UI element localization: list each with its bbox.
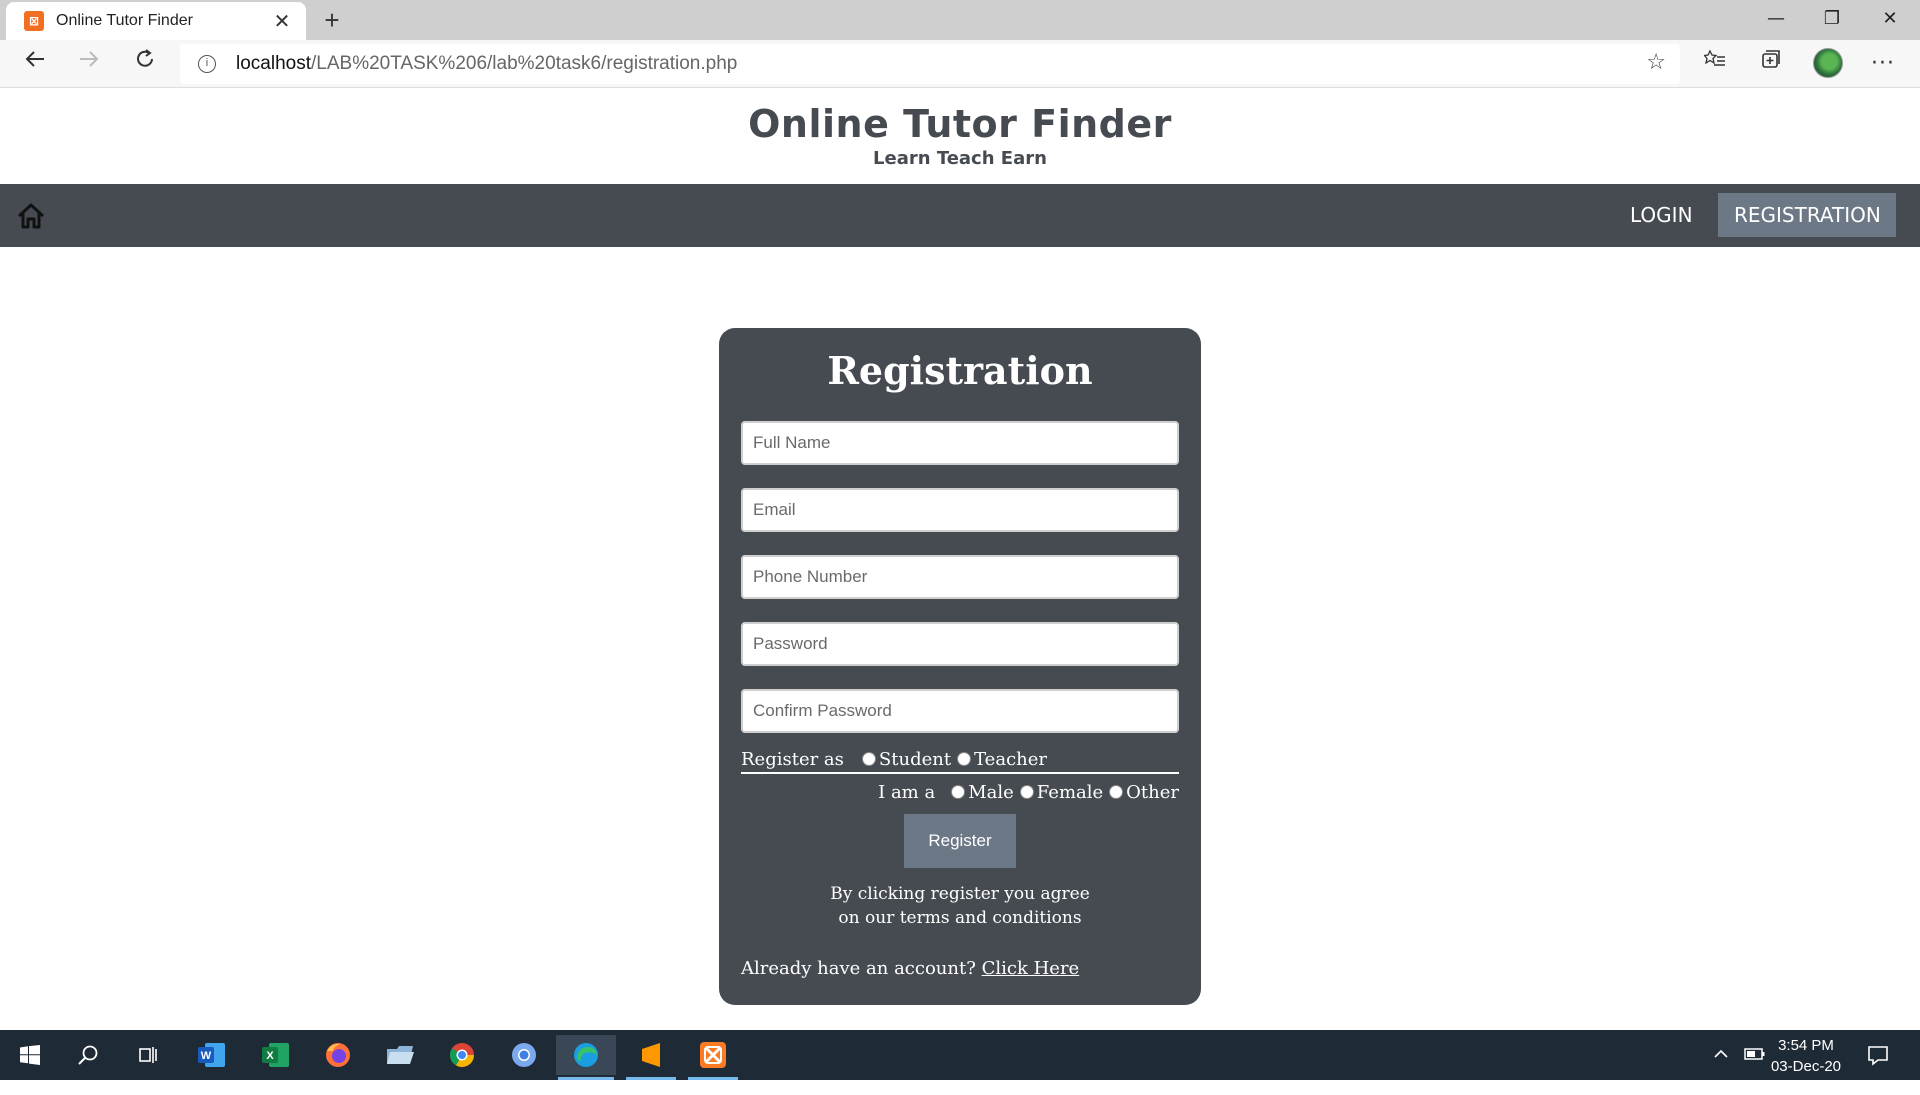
student-label: Student	[878, 748, 952, 770]
chrome-app-icon[interactable]	[438, 1035, 486, 1075]
favorites-list-icon[interactable]	[1698, 48, 1732, 80]
address-bar[interactable]: i localhost/LAB%20TASK%206/lab%20task6/r…	[180, 44, 1680, 84]
login-prompt-text: Already have an account?	[741, 958, 976, 979]
female-radio[interactable]	[1019, 785, 1034, 799]
excel-app-icon[interactable]: X	[252, 1035, 300, 1075]
xampp-app-icon[interactable]	[686, 1035, 740, 1080]
xampp-favicon-icon: ⊠	[24, 11, 44, 31]
register-button[interactable]: Register	[904, 814, 1016, 868]
edge-app-icon[interactable]	[556, 1035, 616, 1080]
svg-text:W: W	[201, 1050, 212, 1062]
female-label: Female	[1036, 781, 1104, 803]
terms-line-2: on our terms and conditions	[838, 908, 1082, 928]
file-explorer-app-icon[interactable]	[376, 1035, 424, 1075]
phone-input[interactable]	[741, 555, 1179, 599]
male-radio[interactable]	[951, 785, 966, 799]
restore-window-icon[interactable]: ❐	[1804, 0, 1860, 38]
site-header: Online Tutor Finder Learn Teach Earn	[0, 88, 1920, 184]
nav-registration-link[interactable]: REGISTRATION	[1718, 193, 1896, 237]
notifications-icon[interactable]	[1866, 1043, 1890, 1093]
gender-row: I am a Male Female Other	[741, 776, 1179, 808]
profile-avatar[interactable]	[1813, 48, 1843, 78]
main-navbar: LOGIN REGISTRATION	[0, 184, 1920, 247]
terms-text: By clicking register you agree on our te…	[719, 882, 1201, 930]
forward-arrow-icon[interactable]	[72, 48, 106, 80]
password-input[interactable]	[741, 622, 1179, 666]
site-tagline: Learn Teach Earn	[873, 148, 1047, 169]
close-tab-icon[interactable]: ✕	[270, 9, 294, 33]
login-prompt: Already have an account? Click Here	[741, 958, 1079, 979]
browser-tabstrip: ⊠ Online Tutor Finder ✕ + — ❐ ✕	[0, 0, 1920, 40]
svg-text:X: X	[266, 1050, 274, 1062]
male-label: Male	[968, 781, 1014, 803]
registration-heading: Registration	[827, 348, 1093, 393]
more-options-icon[interactable]: ···	[1866, 48, 1900, 80]
login-link[interactable]: Click Here	[982, 958, 1080, 979]
collections-icon[interactable]	[1754, 48, 1788, 80]
back-arrow-icon[interactable]	[18, 48, 52, 80]
fullname-input[interactable]	[741, 421, 1179, 465]
clock-date: 03-Dec-20	[1770, 1058, 1842, 1075]
favorite-star-icon[interactable]: ☆	[1646, 50, 1666, 75]
windows-taskbar: W X 3:54 PM 03-Dec-20	[0, 1030, 1920, 1080]
site-info-icon[interactable]: i	[198, 55, 216, 73]
close-window-icon[interactable]: ✕	[1862, 0, 1918, 38]
refresh-icon[interactable]	[128, 48, 162, 80]
clock-time: 3:54 PM	[1778, 1037, 1834, 1054]
nav-login-link[interactable]: LOGIN	[1614, 193, 1709, 237]
system-clock[interactable]: 3:54 PM 03-Dec-20	[1766, 1035, 1846, 1077]
word-app-icon[interactable]: W	[188, 1035, 236, 1075]
gender-label: I am a	[878, 781, 936, 803]
chromium-app-icon[interactable]	[500, 1035, 548, 1075]
confirm-password-input[interactable]	[741, 689, 1179, 733]
tab-title: Online Tutor Finder	[56, 12, 193, 29]
student-radio[interactable]	[861, 752, 876, 766]
new-tab-icon[interactable]: +	[316, 4, 348, 36]
teacher-radio[interactable]	[957, 752, 972, 766]
sublime-text-app-icon[interactable]	[624, 1035, 678, 1080]
email-input[interactable]	[741, 488, 1179, 532]
registration-card: Registration Register as Student Teacher…	[719, 328, 1201, 1005]
other-radio[interactable]	[1109, 785, 1124, 799]
windows-start-icon[interactable]	[6, 1035, 54, 1075]
task-view-icon[interactable]	[124, 1035, 172, 1075]
minimize-window-icon[interactable]: —	[1748, 0, 1804, 38]
register-as-label: Register as	[741, 748, 844, 770]
battery-icon[interactable]	[1744, 1045, 1766, 1095]
browser-tab[interactable]: ⊠ Online Tutor Finder ✕	[6, 2, 306, 40]
tray-overflow-icon[interactable]	[1712, 1045, 1730, 1095]
browser-toolbar: i localhost/LAB%20TASK%206/lab%20task6/r…	[0, 40, 1920, 88]
other-label: Other	[1126, 781, 1179, 803]
site-title: Online Tutor Finder	[748, 102, 1172, 146]
firefox-app-icon[interactable]	[314, 1035, 362, 1075]
teacher-label: Teacher	[974, 748, 1048, 770]
terms-line-1: By clicking register you agree	[830, 884, 1090, 904]
url-text: localhost/LAB%20TASK%206/lab%20task6/reg…	[236, 53, 738, 74]
register-as-row: Register as Student Teacher	[741, 746, 1179, 774]
home-icon[interactable]	[16, 202, 46, 230]
search-icon[interactable]	[64, 1035, 112, 1075]
